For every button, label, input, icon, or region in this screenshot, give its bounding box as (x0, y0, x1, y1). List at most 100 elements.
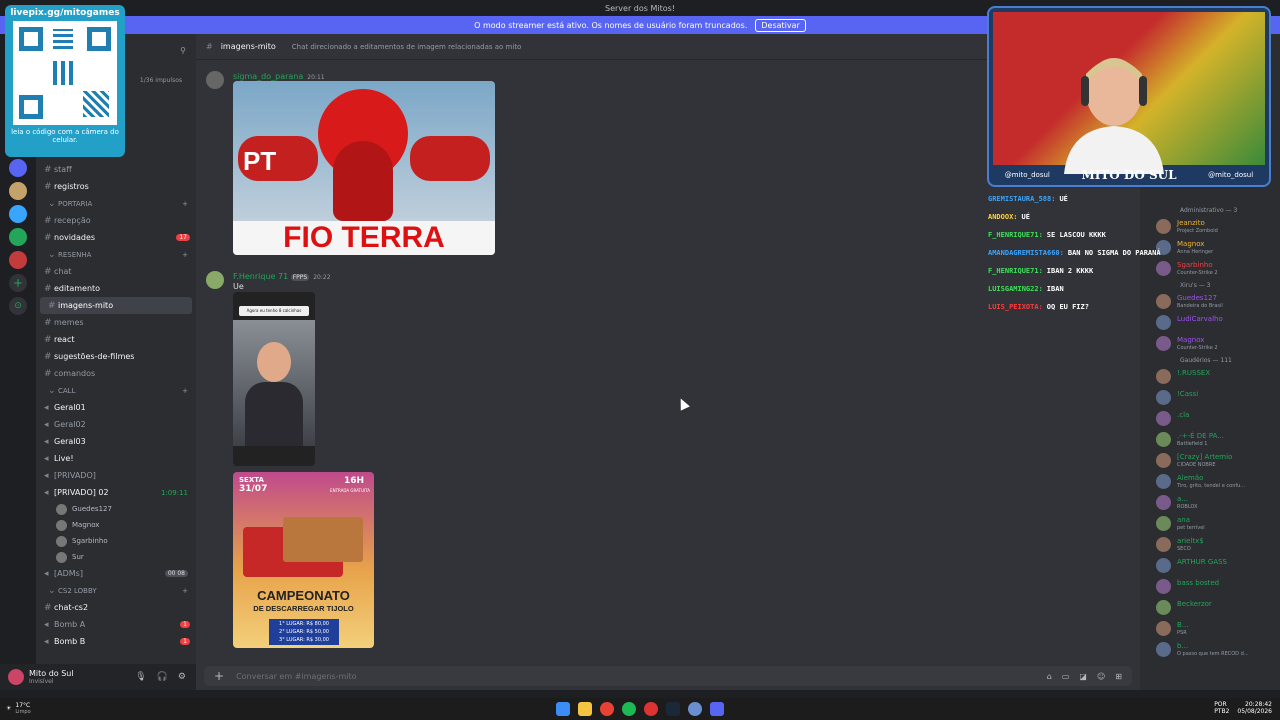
member-item[interactable]: arieltx$ SECO (1140, 534, 1280, 555)
voice-user[interactable]: Guedes127 (36, 501, 196, 517)
text-channel[interactable]: # registros (36, 178, 196, 195)
text-channel[interactable]: # recepção (36, 212, 196, 229)
server-icon[interactable] (9, 182, 27, 200)
text-channel[interactable]: # chat (36, 263, 196, 280)
voice-user[interactable]: Magnox (36, 517, 196, 533)
windows-start-icon[interactable] (556, 702, 570, 716)
member-item[interactable]: Jeanzito Project Zomboid (1140, 216, 1280, 237)
member-item[interactable]: !.RUSSEX (1140, 366, 1280, 387)
voice-channel[interactable]: ◂ Geral03 (36, 433, 196, 450)
voice-channel[interactable]: ◂ Geral02 (36, 416, 196, 433)
member-item[interactable]: Sgarbinho Counter-Strike 2 (1140, 258, 1280, 279)
chrome-icon[interactable] (600, 702, 614, 716)
explore-icon[interactable]: ⊙ (9, 297, 27, 315)
sticker-icon[interactable]: ◪ (1079, 672, 1087, 681)
clock-time[interactable]: 20:28:42 (1237, 701, 1272, 708)
member-item[interactable]: Guedes127 Bandeira do Brasil (1140, 291, 1280, 312)
text-channel[interactable]: # chat-cs2 (36, 599, 196, 616)
voice-channel[interactable]: ◂ [ADMs] 00 08 (36, 565, 196, 582)
text-channel[interactable]: # sugestões-de-filmes (36, 348, 196, 365)
server-icon[interactable] (9, 205, 27, 223)
voice-channel[interactable]: ◂ Bomb B 1 (36, 633, 196, 650)
qr-url: livepix.gg/mitogames (10, 8, 120, 18)
avatar[interactable] (206, 71, 224, 89)
microphone-icon[interactable]: 🎙 (135, 672, 146, 682)
gif-icon[interactable]: ▭ (1062, 672, 1070, 681)
poster-image-attachment[interactable]: SEXTA 31/07 16H ENTRADA GRATUITA CAMPEON… (233, 472, 374, 648)
attach-plus-icon[interactable]: + (214, 669, 224, 683)
emoji-icon[interactable]: ☺ (1097, 672, 1105, 681)
member-item[interactable]: ARTHUR GASS (1140, 555, 1280, 576)
message-author[interactable]: F.Henrique 71 FPPS 20:22 (233, 272, 331, 281)
gift-icon[interactable]: ⌂ (1047, 672, 1052, 681)
text-channel[interactable]: # memes (36, 314, 196, 331)
member-item[interactable]: !Cassi (1140, 387, 1280, 408)
disable-streamer-mode-button[interactable]: Desativar (755, 18, 806, 32)
channel-label: novidades (54, 233, 96, 242)
text-channel[interactable]: # staff (36, 161, 196, 178)
voice-user[interactable]: Sgarbinho (36, 533, 196, 549)
language-indicator[interactable]: POR (1214, 701, 1229, 708)
member-item[interactable]: bass bosted (1140, 576, 1280, 597)
member-item[interactable]: .cla (1140, 408, 1280, 429)
channel-category[interactable]: ⌄ PORTARIA + (36, 195, 196, 212)
author-name[interactable]: sigma_do_parana (233, 72, 303, 81)
add-channel-icon[interactable]: + (182, 251, 188, 259)
message-composer[interactable]: + Conversar em #imagens-mito ⌂ ▭ ◪ ☺ ⊞ (204, 666, 1132, 686)
voice-channel[interactable]: ◂ Live! (36, 450, 196, 467)
voice-channel[interactable]: ◂ [PRIVADO] (36, 467, 196, 484)
voice-channel[interactable]: ◂ [PRIVADO] 02 1:09:11 (36, 484, 196, 501)
member-item[interactable]: a... ROBLOX (1140, 492, 1280, 513)
channel-category[interactable]: ⌄ CALL + (36, 382, 196, 399)
member-item[interactable]: b... O passo que tem RECOD d... (1140, 639, 1280, 660)
text-channel[interactable]: # comandos (36, 365, 196, 382)
video-attachment[interactable]: Agora eu tenho 8 calcinhas (233, 292, 315, 466)
channel-category[interactable]: ⌄ RESENHA + (36, 246, 196, 263)
add-channel-icon[interactable]: + (182, 387, 188, 395)
app-icon[interactable] (688, 702, 702, 716)
member-item[interactable]: [Crazy] Artemio CIDADE NOBRE (1140, 450, 1280, 471)
avatar[interactable] (206, 271, 224, 289)
app-icon[interactable] (644, 702, 658, 716)
member-name: .cla (1177, 411, 1190, 419)
voice-user[interactable]: Sur (36, 549, 196, 565)
message-author[interactable]: sigma_do_parana 20:11 (233, 72, 325, 81)
file-explorer-icon[interactable] (578, 702, 592, 716)
user-limit-tag: 00 08 (164, 570, 188, 577)
text-channel[interactable]: # editamento (36, 280, 196, 297)
server-icon[interactable] (9, 251, 27, 269)
headphones-icon[interactable]: 🎧 (157, 672, 168, 682)
member-item[interactable]: .-+-É DE PA... Battlefield 1 (1140, 429, 1280, 450)
apps-icon[interactable]: ⊞ (1115, 672, 1122, 681)
keyboard-indicator[interactable]: PTB2 (1214, 708, 1229, 715)
member-item[interactable]: Magnox Anna Heringer (1140, 237, 1280, 258)
voice-channel[interactable]: ◂ Bomb A 1 (36, 616, 196, 633)
member-item[interactable]: Alemão Tiro, grito, tendel e confu... (1140, 471, 1280, 492)
member-item[interactable]: Beckerzor (1140, 597, 1280, 618)
member-item[interactable]: B... PSR (1140, 618, 1280, 639)
server-icon[interactable] (9, 159, 27, 177)
member-item[interactable]: ana pet terrível (1140, 513, 1280, 534)
gear-icon[interactable]: ⚙ (178, 672, 186, 682)
spotify-icon[interactable] (622, 702, 636, 716)
add-channel-icon[interactable]: + (182, 587, 188, 595)
author-name[interactable]: F.Henrique 71 (233, 272, 288, 281)
meme-image-attachment[interactable]: PT FIO TERRA (233, 81, 495, 255)
steam-icon[interactable] (666, 702, 680, 716)
member-item[interactable]: LudiCarvalho (1140, 312, 1280, 333)
text-channel[interactable]: # imagens-mito (40, 297, 192, 314)
channel-category[interactable]: ⌄ CS2 LOBBY + (36, 582, 196, 599)
hash-icon: # (44, 317, 52, 328)
server-icon[interactable] (9, 228, 27, 246)
text-channel[interactable]: # novidades 17 (36, 229, 196, 246)
add-channel-icon[interactable]: + (182, 200, 188, 208)
add-server-icon[interactable]: + (9, 274, 27, 292)
clock-date[interactable]: 05/08/2026 (1237, 708, 1272, 715)
discord-icon[interactable] (710, 702, 724, 716)
text-channel[interactable]: # react (36, 331, 196, 348)
member-item[interactable]: Magnox Counter-Strike 2 (1140, 333, 1280, 354)
add-member-icon[interactable]: ⚲ (180, 46, 186, 55)
weather-widget[interactable]: ☀ 17°C Limpo (6, 702, 31, 715)
avatar[interactable] (8, 669, 24, 685)
voice-channel[interactable]: ◂ Geral01 (36, 399, 196, 416)
